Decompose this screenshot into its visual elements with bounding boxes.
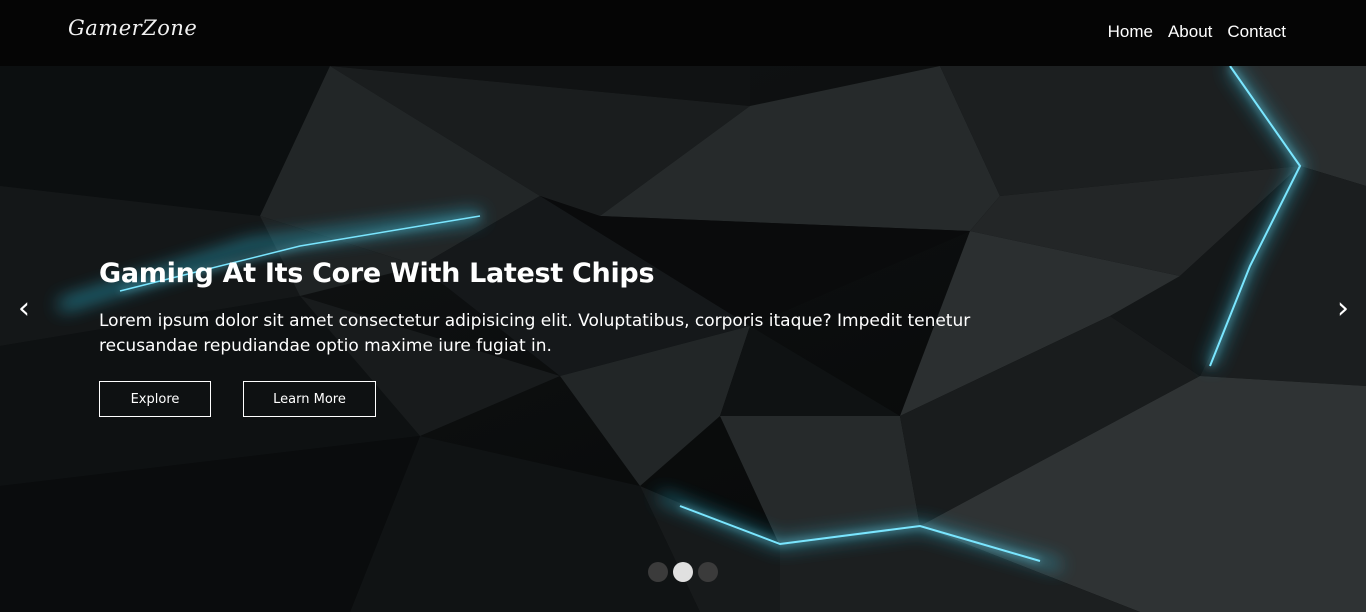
explore-button[interactable]: Explore xyxy=(99,381,211,417)
hero-buttons: Explore Learn More xyxy=(99,381,999,417)
learn-more-button[interactable]: Learn More xyxy=(243,381,376,417)
hero-carousel: ‹ › Gaming At Its Core With Latest Chips… xyxy=(0,66,1366,612)
page: GamerZone Home About Contact ‹ › Gaming … xyxy=(0,0,1366,612)
carousel-caption: Gaming At Its Core With Latest Chips Lor… xyxy=(99,258,999,417)
chevron-right-icon: › xyxy=(1337,291,1349,326)
brand-logo[interactable]: GamerZone xyxy=(68,16,197,40)
hero-title: Gaming At Its Core With Latest Chips xyxy=(99,258,655,289)
navbar: GamerZone Home About Contact xyxy=(0,0,1366,66)
carousel-indicator-1[interactable] xyxy=(648,562,668,582)
nav-links: Home About Contact xyxy=(1108,22,1286,42)
carousel-indicator-2[interactable] xyxy=(673,562,693,582)
carousel-prev-button[interactable]: ‹ xyxy=(18,294,30,324)
nav-link-home[interactable]: Home xyxy=(1108,22,1153,42)
nav-link-about[interactable]: About xyxy=(1168,22,1212,42)
hero-description: Lorem ipsum dolor sit amet consectetur a… xyxy=(99,311,971,356)
carousel-next-button[interactable]: › xyxy=(1337,294,1349,324)
carousel-indicator-3[interactable] xyxy=(698,562,718,582)
nav-link-contact[interactable]: Contact xyxy=(1227,22,1286,42)
carousel-indicators xyxy=(648,562,718,582)
chevron-left-icon: ‹ xyxy=(18,291,30,326)
